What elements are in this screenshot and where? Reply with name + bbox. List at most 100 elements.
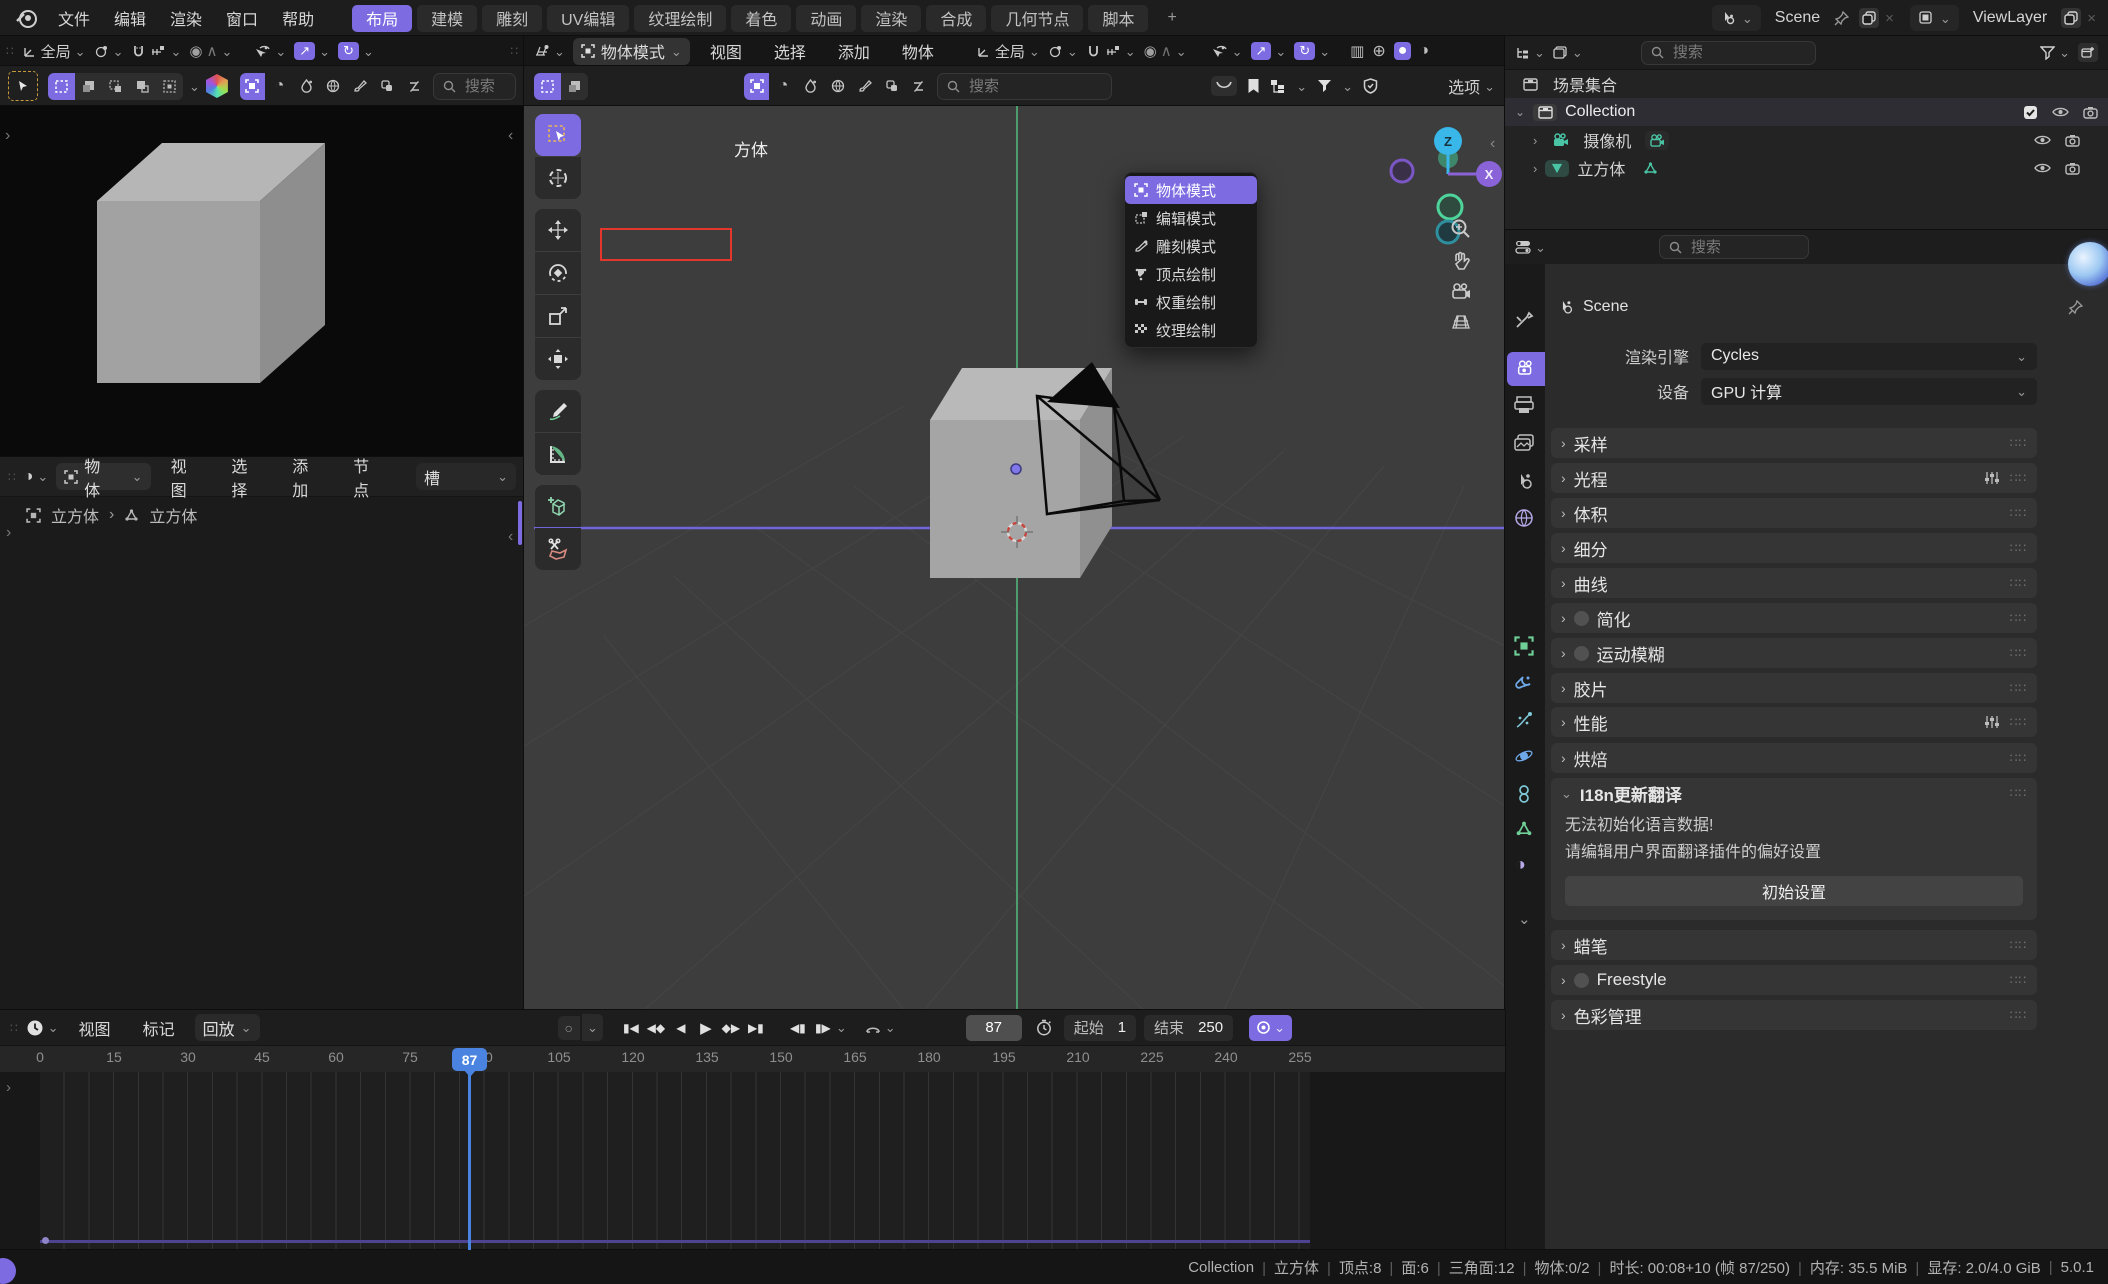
scrollbar[interactable]	[518, 501, 522, 545]
mode-dropdown-button[interactable]: 物体模式 ⌄	[573, 38, 690, 65]
delete-viewlayer-icon[interactable]: ×	[2087, 10, 2096, 27]
shader-menu-add[interactable]: 添加	[280, 464, 333, 490]
navigation-gizmo[interactable]: Z X	[1384, 114, 1505, 254]
tab-physics[interactable]	[1514, 746, 1534, 766]
stopwatch-icon[interactable]	[1036, 1019, 1052, 1036]
render-camera-icon[interactable]	[2065, 134, 2080, 147]
select-mode-set[interactable]	[534, 73, 561, 100]
camera-view-icon[interactable]	[1449, 282, 1473, 302]
tool-transform[interactable]	[535, 338, 581, 380]
search-input[interactable]	[1689, 238, 1799, 257]
section-light-paths[interactable]: ›光程 ∷∷	[1551, 463, 2037, 493]
tool-scale[interactable]	[535, 295, 581, 337]
play-reverse-button[interactable]: ◀	[669, 1016, 693, 1040]
frame-forward-button[interactable]: ▮▶	[811, 1016, 835, 1040]
bookmark-icon[interactable]	[1247, 78, 1260, 94]
outliner-row-collection[interactable]: ⌄ Collection	[1505, 98, 2108, 126]
mesh-data-icon[interactable]	[1643, 161, 1658, 176]
slot-dropdown[interactable]: 槽 ⌄	[416, 463, 516, 490]
options-dropdown[interactable]: 选项 ⌄	[1448, 74, 1495, 98]
tab-world[interactable]	[1514, 508, 1534, 528]
filter-layers-icon[interactable]	[375, 73, 400, 100]
region-expand-icon[interactable]: ›	[6, 525, 11, 541]
mode-menu-sculpt[interactable]: 雕刻模式	[1125, 232, 1257, 260]
snap-dropdown[interactable]: ⌄	[131, 44, 181, 59]
shader-menu-view[interactable]: 视图	[159, 464, 212, 490]
falloff-icon[interactable]: ∧	[1161, 42, 1172, 60]
workspace-tab-scripting[interactable]: 脚本	[1088, 5, 1148, 32]
play-button[interactable]: ▶	[694, 1016, 718, 1040]
section-bake[interactable]: ›烘焙∷∷	[1551, 743, 2037, 773]
section-sampling[interactable]: ›采样∷∷	[1551, 428, 2037, 458]
menu-edit[interactable]: 编辑	[102, 5, 158, 31]
overlay-sphere-icon[interactable]: ↻	[1294, 42, 1315, 60]
section-curves[interactable]: ›曲线∷∷	[1551, 568, 2037, 598]
gizmos-toggle[interactable]: ↗ ⌄	[1251, 42, 1287, 60]
tool-add-primitive[interactable]	[535, 485, 581, 527]
outliner-display-mode[interactable]: ⌄	[1515, 46, 1545, 60]
section-subdivision[interactable]: ›细分∷∷	[1551, 533, 2037, 563]
render-camera-icon[interactable]	[2065, 162, 2080, 175]
record-icon[interactable]: ○	[558, 1016, 580, 1040]
xray-toggle-icon[interactable]: ▥	[1350, 42, 1364, 60]
shading-solid-icon[interactable]: ●	[1394, 42, 1412, 60]
outliner-filter-display[interactable]: ⌄	[1553, 46, 1583, 60]
render-engine-select[interactable]: Cycles ⌄	[1701, 343, 2037, 370]
device-select[interactable]: GPU 计算 ⌄	[1701, 378, 2037, 405]
next-keyframe-button[interactable]: ◆▶	[719, 1016, 743, 1040]
blender-logo-icon[interactable]	[14, 5, 40, 31]
viewlayer-selector[interactable]: ⌄	[1910, 5, 1959, 31]
select-mode-subtract[interactable]	[102, 73, 129, 100]
workspace-tab-geometry-nodes[interactable]: 几何节点	[991, 5, 1083, 32]
prev-keyframe-button[interactable]: ◀◆	[644, 1016, 668, 1040]
viewport-search[interactable]	[937, 73, 1112, 100]
workspace-tab-shading[interactable]: 着色	[731, 5, 791, 32]
gizmo-arrow-icon[interactable]: ↗	[1251, 42, 1272, 60]
section-color-management[interactable]: ›色彩管理∷∷	[1551, 1000, 2037, 1030]
filter-brush-icon[interactable]	[852, 73, 877, 100]
gizmo-y-axis[interactable]	[1438, 195, 1462, 219]
orientation-dropdown[interactable]: 全局⌄	[976, 41, 1040, 62]
current-frame-field[interactable]: 87	[966, 1015, 1022, 1041]
simplify-toggle[interactable]	[1574, 611, 1589, 626]
filter-object-icon[interactable]	[240, 73, 265, 100]
filter-funnel-icon[interactable]	[1317, 79, 1332, 93]
mode-menu-edit[interactable]: 编辑模式	[1125, 204, 1257, 232]
left-tool-search[interactable]	[433, 73, 516, 100]
section-film[interactable]: ›胶片∷∷	[1551, 673, 2037, 703]
tab-tool[interactable]	[1514, 310, 1534, 330]
gizmo-arrow-icon[interactable]: ↗	[294, 42, 315, 60]
shader-menu-select[interactable]: 选择	[219, 464, 272, 490]
chevron-down-icon[interactable]: ⌄	[189, 80, 200, 93]
filter-object-icon[interactable]	[744, 73, 769, 100]
filter-z-icon[interactable]	[402, 73, 427, 100]
snap-dropdown[interactable]: ⌄	[1086, 44, 1136, 59]
eye-icon[interactable]	[2034, 134, 2051, 146]
camera-data-icon[interactable]	[1645, 131, 1669, 150]
expander-icon[interactable]: ›	[1533, 134, 1537, 147]
gizmos-toggle[interactable]: ↗ ⌄	[294, 42, 330, 60]
drag-dots-icon[interactable]: ∷	[6, 44, 14, 58]
show-gizmo-dropdown[interactable]: ⌄	[1211, 44, 1243, 59]
editor-type-dropdown[interactable]: ⌄	[534, 44, 565, 58]
workspace-tab-modeling[interactable]: 建模	[417, 5, 477, 32]
frame-back-button[interactable]: ◀▮	[786, 1016, 810, 1040]
falloff-arc-icon[interactable]	[1211, 76, 1237, 96]
workspace-tab-rendering[interactable]: 渲染	[861, 5, 921, 32]
gizmo-neg-x-axis[interactable]	[1391, 160, 1413, 182]
search-input[interactable]	[967, 77, 1102, 96]
outliner-row-cube[interactable]: › 立方体	[1505, 154, 2108, 182]
scene-selector[interactable]: ⌄	[1712, 5, 1761, 31]
motion-blur-toggle[interactable]	[1574, 646, 1589, 661]
pivot-dropdown[interactable]: ⌄	[1048, 44, 1078, 59]
chevron-down-icon[interactable]: ⌄	[836, 1021, 847, 1034]
tool-rotate[interactable]	[535, 252, 581, 294]
tool-knife-scissors[interactable]	[535, 528, 581, 570]
properties-display-dropdown[interactable]: ⌄	[1515, 240, 1546, 254]
menu-window[interactable]: 窗口	[214, 5, 270, 31]
expander-icon[interactable]: ⌄	[1515, 106, 1525, 118]
jump-to-start-button[interactable]: ▮◀	[619, 1016, 643, 1040]
filter-droplet-icon[interactable]	[798, 73, 823, 100]
menu-render[interactable]: 渲染	[158, 5, 214, 31]
filter-layers-icon[interactable]	[879, 73, 904, 100]
